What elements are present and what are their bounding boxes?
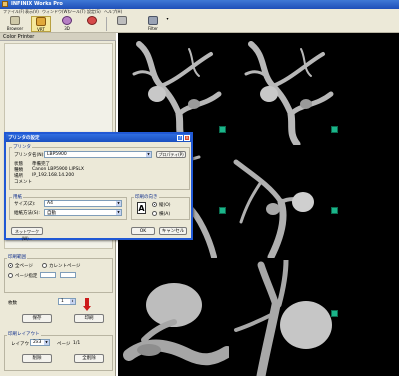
orientation-cube-icon[interactable] — [331, 207, 338, 214]
paper-source-label: 給紙方法(S): — [14, 211, 40, 216]
layout-page-value: 1/1 — [73, 341, 81, 346]
paper-group-title: 用紙 — [12, 194, 23, 200]
copies-label: 枚数 — [8, 301, 17, 306]
save-button[interactable]: 保存 — [22, 314, 52, 323]
copies-value: 1 — [61, 299, 64, 304]
viewer-cell-6[interactable] — [231, 260, 341, 376]
network-button[interactable]: ネットワーク(W)... — [11, 227, 43, 241]
page-spec-label: ページ指定 — [15, 274, 38, 279]
layout-select[interactable]: 2x3 ▼ — [30, 339, 50, 346]
annotation-arrow — [83, 298, 91, 311]
vessel-render-4 — [233, 159, 314, 258]
printer-name-select[interactable]: LBP5900 ▼ — [44, 151, 152, 158]
paper-size-value: A4 — [47, 201, 53, 206]
cancel-button[interactable]: キャンセル — [159, 227, 187, 235]
portrait-preview-icon: A — [137, 202, 146, 214]
panel-title: Color Printer — [3, 34, 35, 40]
viewer-cell-1[interactable] — [119, 34, 229, 145]
print-button[interactable]: 印刷 — [74, 314, 104, 323]
paper-size-label: サイズ(Z): — [14, 202, 36, 207]
dialog-title-bar: プリンタの設定 ? × — [6, 134, 191, 142]
viewer-cell-4[interactable] — [231, 147, 341, 258]
toolbar-separator — [106, 17, 107, 31]
panel-header: Color Printer — [0, 33, 116, 41]
toolbar: Browser VRT 3D Filter ▾ — [0, 15, 399, 33]
3d-button[interactable]: 3D — [58, 16, 76, 32]
comment-label: コメント — [14, 180, 32, 185]
3d-icon — [62, 16, 72, 25]
browser-button[interactable]: Browser — [3, 16, 27, 32]
paper-size-select[interactable]: A4 ▼ — [44, 200, 122, 207]
filter-icon — [148, 16, 158, 25]
print-layout-title: 印刷レイアウト — [7, 331, 41, 337]
hand-tool-button[interactable] — [83, 16, 101, 32]
layout-page-label: ページ — [57, 342, 71, 347]
paper-source-select[interactable]: 自動 ▼ — [44, 209, 122, 216]
landscape-label: 横(A) — [159, 212, 171, 217]
portrait-radio[interactable] — [152, 202, 157, 207]
help-icon[interactable]: ? — [177, 135, 183, 141]
printer-settings-dialog: プリンタの設定 ? × プリンタ プリンタ名(N): LBP5900 ▼ プロパ… — [4, 132, 193, 241]
vessel-render-2 — [244, 41, 334, 145]
orientation-cube-icon[interactable] — [331, 310, 338, 317]
delete-button[interactable]: 削除 — [22, 354, 52, 363]
vessel-render-6 — [234, 260, 332, 376]
monitor-button[interactable] — [114, 16, 130, 32]
monitor-icon — [117, 16, 127, 25]
type-value: Canon LBP5900 LIPSLX — [32, 167, 84, 172]
paper-source-value: 自動 — [47, 211, 56, 216]
filter-button[interactable]: Filter — [143, 16, 163, 32]
printer-name-label: プリンタ名(N): — [14, 153, 45, 158]
app-icon — [2, 1, 8, 7]
vessel-render-5 — [123, 283, 229, 366]
vessel-render-1 — [132, 41, 222, 145]
chevron-down-icon[interactable]: ▼ — [146, 152, 151, 157]
chevron-down-icon[interactable]: ▼ — [116, 201, 121, 206]
all-pages-label: 全ページ — [15, 264, 33, 269]
stepper-arrows-icon[interactable]: ↕ — [70, 299, 75, 304]
chevron-down-icon[interactable]: ▼ — [116, 210, 121, 215]
page-to-field[interactable] — [60, 272, 76, 278]
location-value: IP_192.168.14.200 — [32, 173, 75, 178]
vrt-button[interactable]: VRT — [31, 16, 51, 32]
filter-dropdown-arrow[interactable]: ▾ — [165, 16, 170, 32]
printer-group-title: プリンタ — [12, 144, 32, 150]
chevron-down-icon: ▾ — [166, 16, 169, 21]
page-spec-radio[interactable] — [8, 273, 13, 278]
printer-name-value: LBP5900 — [47, 152, 67, 157]
orientation-group-title: 印刷の向き — [134, 194, 159, 200]
delete-all-button[interactable]: 全削除 — [74, 354, 104, 363]
portrait-label: 縦(O) — [159, 203, 171, 208]
landscape-radio[interactable] — [152, 211, 157, 216]
layout-value: 2x3 — [33, 340, 42, 345]
window-title: INFINIX Works Pro — [11, 1, 63, 7]
current-page-radio[interactable] — [42, 263, 47, 268]
current-page-label: カレントページ — [49, 264, 81, 269]
orientation-cube-icon[interactable] — [219, 207, 226, 214]
vrt-icon — [36, 17, 46, 26]
dialog-title: プリンタの設定 — [8, 136, 40, 141]
hand-icon — [87, 16, 97, 25]
viewer-cell-2[interactable] — [231, 34, 341, 145]
page-from-field[interactable] — [40, 272, 56, 278]
close-icon[interactable]: × — [184, 135, 190, 141]
all-pages-radio[interactable] — [8, 263, 13, 268]
properties-button[interactable]: プロパティ(P) — [156, 151, 186, 158]
ok-button[interactable]: OK — [131, 227, 155, 235]
orientation-cube-icon[interactable] — [219, 126, 226, 133]
title-bar: INFINIX Works Pro — [0, 0, 399, 9]
copies-stepper[interactable]: 1 ↕ — [58, 298, 76, 305]
browser-icon — [10, 16, 20, 25]
chevron-down-icon[interactable]: ▼ — [44, 340, 49, 345]
viewer-cell-5[interactable] — [119, 260, 229, 376]
print-range-title: 印刷範囲 — [7, 254, 27, 260]
orientation-cube-icon[interactable] — [331, 126, 338, 133]
